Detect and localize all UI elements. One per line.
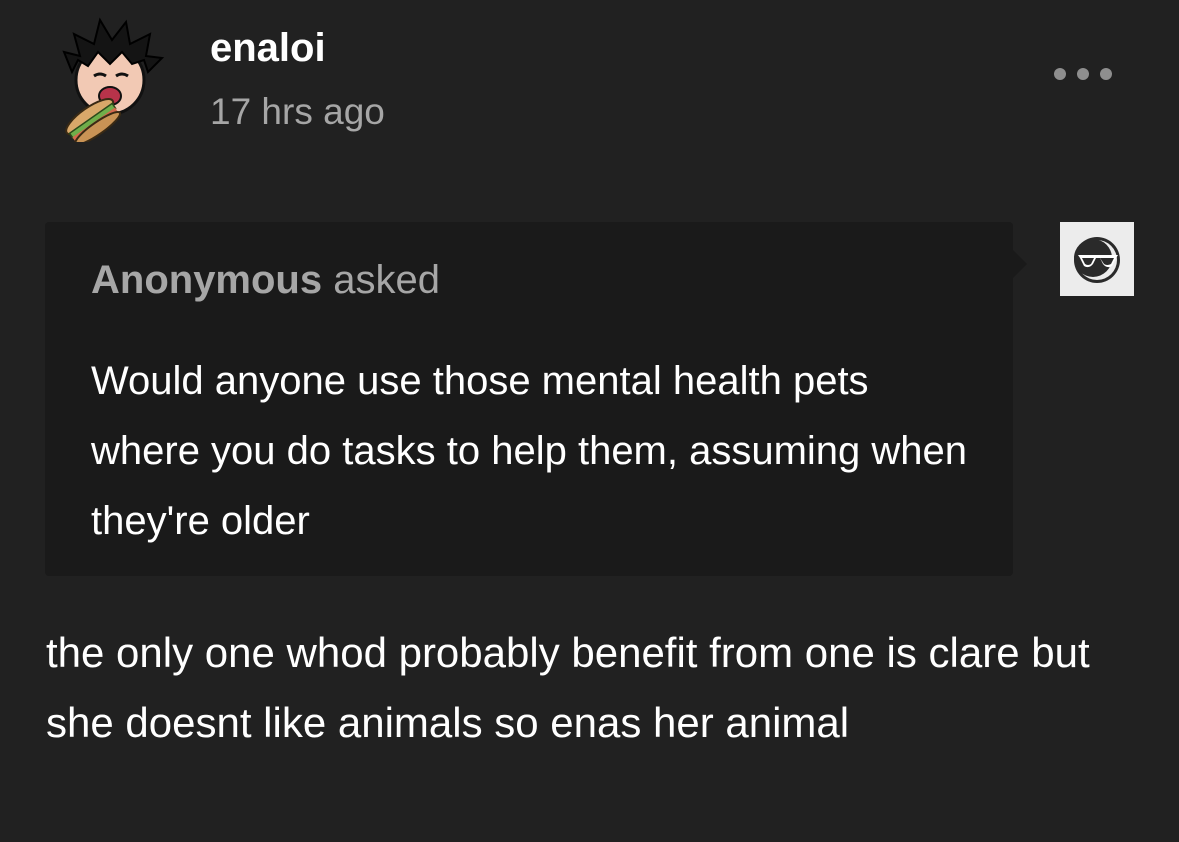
- ask-box: Anonymous asked Would anyone use those m…: [45, 222, 1013, 576]
- asker-name[interactable]: Anonymous: [91, 258, 322, 302]
- author-avatar[interactable]: [52, 12, 172, 146]
- ellipsis-icon-dot: [1077, 68, 1089, 80]
- ask-question: Would anyone use those mental health pet…: [91, 359, 968, 543]
- asked-label: asked: [333, 258, 440, 302]
- ellipsis-icon-dot: [1100, 68, 1112, 80]
- anonymous-sunglasses-icon: [1074, 237, 1120, 283]
- author-username[interactable]: enaloi: [210, 24, 326, 72]
- more-options-button[interactable]: [1050, 60, 1116, 88]
- chibi-avatar-eating-sandwich-icon: [62, 17, 165, 146]
- answer-text: the only one whod probably benefit from …: [46, 629, 1090, 746]
- anonymous-avatar: [1060, 222, 1134, 296]
- ask-bubble-pointer: [1013, 250, 1027, 278]
- asker-line: Anonymous asked: [91, 256, 440, 304]
- post-timestamp: 17 hrs ago: [210, 91, 385, 132]
- ellipsis-icon-dot: [1054, 68, 1066, 80]
